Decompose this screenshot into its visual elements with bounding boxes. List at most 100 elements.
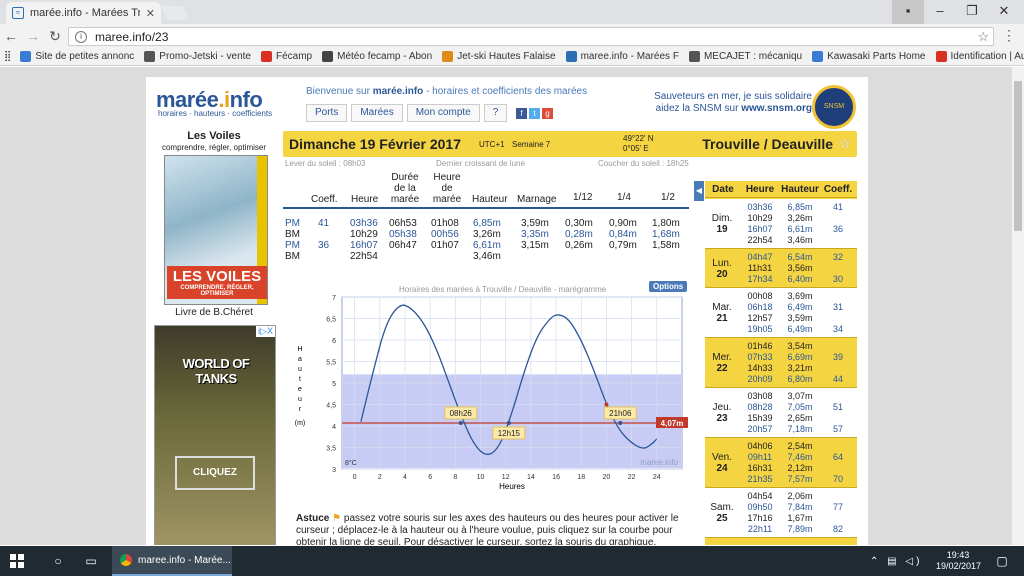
snsm-logo[interactable]: SNSM	[812, 85, 856, 129]
wt-time: 03h36	[747, 202, 773, 212]
options-button[interactable]: Options	[649, 281, 688, 292]
wt-time: 04h06	[747, 441, 773, 451]
reload-icon[interactable]: ↻	[44, 28, 66, 45]
week-day-row[interactable]: Ven. 24 04h06 2,54m 09h11 7,46m 64 16h31 2,12m 21…	[705, 438, 857, 488]
tide-type: BM	[285, 229, 300, 240]
bookmark-star-icon[interactable]: ☆	[977, 29, 989, 45]
wt-time: 14h33	[747, 363, 773, 373]
y-axis-letter: r	[299, 406, 302, 413]
bookmark-item[interactable]: Météo fecamp - Abon	[322, 51, 432, 62]
week-day-row[interactable]: Dim. 19 03h36 6,85m 41 10h29 3,26m 16h07 6,61m 36…	[705, 199, 857, 249]
nav-marees[interactable]: Marées	[351, 104, 403, 122]
bookmark-item[interactable]: maree.info - Marées F	[565, 51, 679, 62]
info-icon[interactable]: i	[75, 30, 87, 43]
wt-coeff: 44	[832, 374, 843, 384]
clock-time: 19:43	[946, 550, 970, 560]
y-axis-letter: u	[298, 396, 302, 403]
file-explorer-icon[interactable]: ▭	[80, 546, 102, 576]
tide-twelfth: 0,30m	[565, 218, 593, 229]
bookmark-item[interactable]: Fécamp	[261, 51, 312, 62]
wt-time: 17h16	[747, 513, 773, 523]
week-day-row[interactable]: Lun. 20 04h47 6,54m 32 11h31 3,56m 17h34 6,40m 30	[705, 249, 857, 288]
apps-icon[interactable]: ⣿	[4, 51, 11, 62]
back-icon[interactable]: ←	[0, 28, 22, 44]
nav-help[interactable]: ?	[483, 104, 508, 122]
current-marker	[604, 402, 609, 407]
wt-coeff: 31	[832, 302, 843, 312]
facebook-icon[interactable]: f	[516, 108, 527, 119]
profile-icon[interactable]: ▪	[892, 0, 924, 24]
day-name: Lun.	[712, 257, 732, 269]
browser-tab[interactable]: ≈ marée.info - Marées Trou ✕	[6, 2, 161, 24]
favorite-star-icon[interactable]: ☆	[838, 135, 851, 152]
search-icon[interactable]: ○	[48, 546, 68, 576]
week-day-row[interactable]: Jeu. 23 03h08 3,07m 08h28 7,05m 51 15h39 2,65m 20…	[705, 388, 857, 438]
week-day-row[interactable]: Mer. 22 01h46 3,54m 07h33 6,69m 39 14h33 3,21m 20…	[705, 338, 857, 388]
bookmark-item[interactable]: Jet-ski Hautes Falaise	[442, 51, 556, 62]
system-tray-icons[interactable]: ⌃ ▤ ◁)	[870, 546, 930, 576]
taskbar-clock[interactable]: 19:43 19/02/2017	[936, 550, 981, 572]
col-heure: Heure	[351, 194, 379, 205]
taskbar-chrome-app[interactable]: maree.info - Marée...	[112, 546, 232, 576]
wt-coeff: 39	[832, 352, 843, 362]
nav-mon-compte[interactable]: Mon compte	[406, 104, 480, 122]
wt-coeff: 77	[832, 502, 843, 512]
wt-height: 3,07m	[787, 391, 813, 401]
bookmark-item[interactable]: Kawasaki Parts Home	[812, 51, 926, 62]
col-marnage: Marnage	[517, 194, 557, 205]
ad-click-button[interactable]: CLIQUEZ	[175, 456, 255, 490]
close-window-icon[interactable]: ✕	[988, 0, 1020, 24]
day-number: 21	[716, 313, 728, 324]
tide-hour-maree: 01h07	[431, 240, 459, 251]
collapse-arrow-icon[interactable]: ◀	[694, 181, 704, 201]
bookmark-item[interactable]: Identification | Autoco	[935, 51, 1024, 62]
ad-banner[interactable]: i▷X WORLD OF TANKS CLIQUEZ	[154, 325, 276, 545]
y-axis-letter: u	[298, 366, 302, 373]
wt-height: 6,40m	[787, 274, 813, 284]
bookmark-favicon-icon	[935, 51, 947, 62]
crossing-time: 08h26	[450, 409, 473, 418]
google-plus-icon[interactable]: g	[542, 108, 553, 119]
minimize-icon[interactable]: –	[924, 0, 956, 24]
header-lon: 0°05' E	[623, 144, 649, 153]
week-day-row[interactable]: Sam. 25 04h54 2,06m 09h50 7,84m 77 17h16 1,67m 22…	[705, 488, 857, 538]
new-tab-button[interactable]	[161, 6, 189, 20]
notifications-icon[interactable]: ▢	[992, 546, 1012, 576]
x-tick-label: 6	[428, 474, 432, 481]
book-caption[interactable]: Livre de B.Chéret	[154, 307, 274, 318]
wt-time: 22h54	[747, 235, 773, 245]
close-tab-icon[interactable]: ✕	[146, 7, 155, 20]
bookmark-item[interactable]: MECAJET : mécaniqu	[688, 51, 802, 62]
ad-choices-icon[interactable]: i▷X	[256, 326, 275, 337]
astuce-body: passez votre souris sur les axes des hau…	[296, 513, 679, 545]
bookmark-item[interactable]: Promo-Jetski - vente	[144, 51, 251, 62]
bookmark-favicon-icon	[565, 51, 577, 62]
tide-twelfth: 0,26m	[565, 240, 593, 251]
nav-ports[interactable]: Ports	[306, 104, 348, 122]
x-tick-label: 2	[378, 474, 382, 481]
forward-icon[interactable]: →	[22, 28, 44, 44]
header-date: Dimanche 19 Février 2017	[289, 136, 461, 152]
x-tick-label: 22	[628, 474, 636, 481]
week-table: Date Heure Hauteur Coeff. Dim. 19 03h36 6,8…	[705, 181, 857, 545]
bookmark-item[interactable]: Site de petites annonc	[20, 51, 134, 62]
day-number: 23	[716, 413, 728, 424]
day-number: 24	[716, 463, 728, 474]
day-number: 19	[716, 224, 728, 235]
maximize-icon[interactable]: ❐	[956, 0, 988, 24]
chrome-icon	[120, 554, 132, 566]
page-scrollbar[interactable]	[1012, 67, 1024, 545]
menu-icon[interactable]: ⋮	[1002, 27, 1016, 44]
scrollbar-thumb[interactable]	[1014, 81, 1022, 231]
header-utc: UTC+1	[479, 140, 505, 149]
windows-start-icon[interactable]	[10, 554, 24, 568]
wt-time: 04h54	[747, 491, 773, 501]
wt-coeff: 70	[832, 474, 843, 484]
tide-half: 1,80m	[652, 218, 680, 229]
address-bar[interactable]: i maree.info/23 ☆	[68, 27, 994, 46]
snsm-link[interactable]: www.snsm.org	[741, 103, 812, 114]
tide-chart[interactable]: 33,544,555,566,570 2 4 6 8 10 12 14 16 18 20 22 24Ha…	[292, 295, 692, 495]
book-cover[interactable]: LES VOILES COMPRENDRE, RÉGLER, OPTIMISER	[164, 155, 268, 305]
week-day-row[interactable]: Mar. 21 00h08 3,69m 06h18 6,49m 31 12h57 3,59m 19…	[705, 288, 857, 338]
twitter-icon[interactable]: t	[529, 108, 540, 119]
